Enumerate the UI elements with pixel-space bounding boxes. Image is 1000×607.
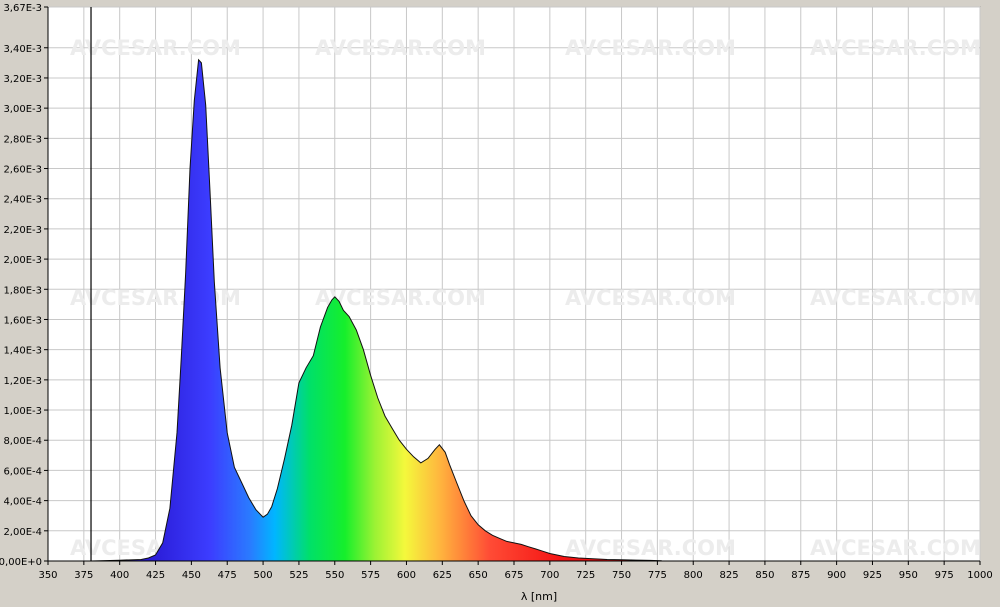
y-tick-label: 3,20E-3 bbox=[3, 74, 42, 85]
x-tick-label: 650 bbox=[469, 570, 488, 581]
y-tick-label: 2,20E-3 bbox=[3, 225, 42, 236]
y-tick-label: 2,60E-3 bbox=[3, 165, 42, 176]
y-tick-label: 2,00E-4 bbox=[3, 527, 42, 538]
y-tick-label: 2,40E-3 bbox=[3, 195, 42, 206]
y-tick-label: 4,00E-4 bbox=[3, 497, 42, 508]
y-tick-label: 0,00E+0 bbox=[0, 557, 42, 568]
x-tick-label: 875 bbox=[791, 570, 810, 581]
x-tick-label: 1000 bbox=[967, 570, 992, 581]
watermark-text: AVCESAR.COM bbox=[810, 286, 981, 310]
y-tick-label: 3,67E-3 bbox=[3, 3, 42, 14]
x-tick-label: 600 bbox=[397, 570, 416, 581]
x-tick-label: 525 bbox=[289, 570, 308, 581]
x-tick-label: 950 bbox=[899, 570, 918, 581]
x-axis-title: λ [nm] bbox=[521, 590, 557, 603]
spectrum-chart: AVCESAR.COM AVCESAR.COM AVCESAR.COM AVCESAR… bbox=[0, 3, 993, 603]
y-tick-label: 8,00E-4 bbox=[3, 436, 42, 447]
x-tick-label: 725 bbox=[576, 570, 595, 581]
x-tick-label: 450 bbox=[182, 570, 201, 581]
x-tick-label: 900 bbox=[827, 570, 846, 581]
x-tick-label: 675 bbox=[504, 570, 523, 581]
watermark-text: AVCESAR.COM bbox=[810, 36, 981, 60]
watermark-text: AVCESAR.COM bbox=[565, 536, 736, 560]
x-tick-label: 825 bbox=[720, 570, 739, 581]
y-tick-label: 2,80E-3 bbox=[3, 134, 42, 145]
y-tick-label: 2,00E-3 bbox=[3, 255, 42, 266]
x-tick-label: 500 bbox=[254, 570, 273, 581]
y-tick-label: 1,40E-3 bbox=[3, 346, 42, 357]
x-tick-label: 700 bbox=[540, 570, 559, 581]
x-tick-label: 625 bbox=[433, 570, 452, 581]
y-tick-label: 3,40E-3 bbox=[3, 44, 42, 55]
y-tick-label: 1,00E-3 bbox=[3, 406, 42, 417]
y-tick-label: 1,60E-3 bbox=[3, 315, 42, 326]
x-tick-label: 425 bbox=[146, 570, 165, 581]
watermark-text: AVCESAR.COM bbox=[315, 36, 486, 60]
watermark-text: AVCESAR.COM bbox=[565, 36, 736, 60]
x-tick-label: 550 bbox=[325, 570, 344, 581]
watermark-text: AVCESAR.COM bbox=[70, 36, 241, 60]
watermark-text: AVCESAR.COM bbox=[565, 286, 736, 310]
x-tick-label: 350 bbox=[38, 570, 57, 581]
y-tick-label: 1,80E-3 bbox=[3, 285, 42, 296]
x-tick-label: 475 bbox=[218, 570, 237, 581]
x-tick-label: 850 bbox=[755, 570, 774, 581]
y-tick-label: 1,20E-3 bbox=[3, 376, 42, 387]
watermark-text: AVCESAR.COM bbox=[810, 536, 981, 560]
x-tick-label: 775 bbox=[648, 570, 667, 581]
x-tick-label: 575 bbox=[361, 570, 380, 581]
x-tick-label: 925 bbox=[863, 570, 882, 581]
y-tick-label: 3,00E-3 bbox=[3, 104, 42, 115]
y-tick-label: 6,00E-4 bbox=[3, 466, 42, 477]
x-tick-label: 975 bbox=[935, 570, 954, 581]
x-tick-label: 375 bbox=[74, 570, 93, 581]
x-tick-label: 400 bbox=[110, 570, 129, 581]
x-tick-label: 750 bbox=[612, 570, 631, 581]
x-tick-label: 800 bbox=[684, 570, 703, 581]
